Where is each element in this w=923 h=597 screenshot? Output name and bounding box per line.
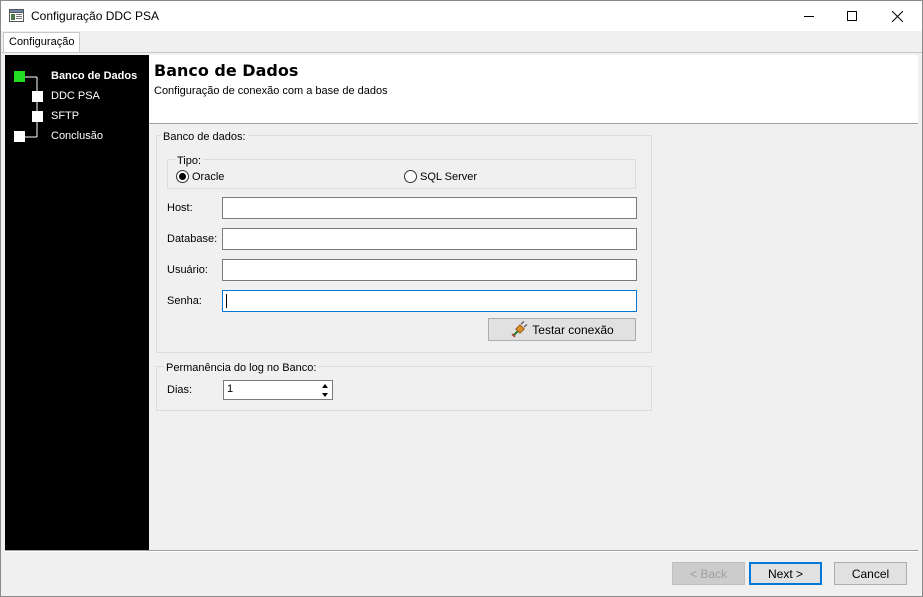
log-groupbox: Permanência do log no Banco: Dias: 1 (156, 362, 652, 411)
close-icon (891, 10, 903, 22)
page-subtitle: Configuração de conexão com a base de da… (154, 85, 388, 97)
dias-spinner[interactable]: 1 (223, 380, 333, 400)
database-groupbox: Banco de dados: Tipo: Oracle SQL Server … (156, 131, 652, 353)
step-active-marker (14, 71, 25, 82)
usuario-label: Usuário: (167, 264, 208, 276)
tab-configuracao[interactable]: Configuração (3, 32, 81, 53)
maximize-icon (847, 11, 857, 21)
tab-strip: Configuração (1, 31, 922, 53)
close-button[interactable] (874, 1, 920, 31)
senha-label: Senha: (167, 295, 202, 307)
next-button[interactable]: Next > (749, 562, 822, 585)
arrow-up-icon (321, 383, 328, 388)
step-label: DDC PSA (51, 90, 100, 102)
page-title: Banco de Dados (154, 61, 299, 80)
database-input[interactable] (222, 228, 637, 250)
maximize-button[interactable] (829, 1, 875, 31)
database-group-legend: Banco de dados: (161, 131, 248, 143)
footer-divider-highlight (5, 551, 918, 552)
usuario-input[interactable] (222, 259, 637, 281)
oracle-radio-label[interactable]: Oracle (192, 171, 224, 183)
arrow-down-icon (321, 392, 328, 397)
dias-label: Dias: (167, 384, 193, 396)
host-label: Host: (167, 202, 193, 214)
step-marker (32, 91, 43, 102)
sqlserver-radio-label[interactable]: SQL Server (420, 171, 477, 183)
spin-buttons (317, 381, 332, 399)
cancel-button[interactable]: Cancel (834, 562, 907, 585)
header-divider (149, 123, 918, 124)
step-label: SFTP (51, 110, 80, 122)
wizard-window: Configuração DDC PSA Configuração Banco … (0, 0, 923, 597)
step-label: Banco de Dados (51, 70, 138, 82)
text-caret (226, 294, 227, 308)
test-connection-button[interactable]: Testar conexão (488, 318, 636, 341)
spin-up-button[interactable] (317, 381, 332, 390)
type-groupbox: Tipo: Oracle SQL Server (167, 155, 636, 189)
test-connection-label: Testar conexão (532, 322, 614, 337)
sqlserver-radio[interactable] (404, 170, 417, 183)
tab-content: Banco de Dados DDC PSA SFTP Conclusão Ba… (5, 53, 918, 550)
senha-input[interactable] (222, 290, 637, 312)
app-icon (9, 9, 24, 22)
minimize-icon (804, 16, 814, 17)
dias-value: 1 (227, 383, 234, 395)
minimize-button[interactable] (786, 1, 832, 31)
step-marker (32, 111, 43, 122)
steps-sidebar: Banco de Dados DDC PSA SFTP Conclusão (5, 55, 149, 550)
type-group-legend: Tipo: (175, 155, 204, 167)
spin-down-button[interactable] (317, 390, 332, 399)
database-label: Database: (167, 233, 218, 245)
log-group-legend: Permanência do log no Banco: (164, 362, 319, 374)
title-bar[interactable]: Configuração DDC PSA (1, 1, 922, 31)
radio-selected-dot (179, 173, 186, 180)
back-button[interactable]: < Back (672, 562, 745, 585)
oracle-radio[interactable] (176, 170, 189, 183)
page-header: Banco de Dados Configuração de conexão c… (149, 55, 918, 123)
host-input[interactable] (222, 197, 637, 219)
window-title: Configuração DDC PSA (31, 9, 160, 23)
plug-icon (511, 320, 528, 338)
step-marker (14, 131, 25, 142)
step-label: Conclusão (51, 130, 103, 142)
